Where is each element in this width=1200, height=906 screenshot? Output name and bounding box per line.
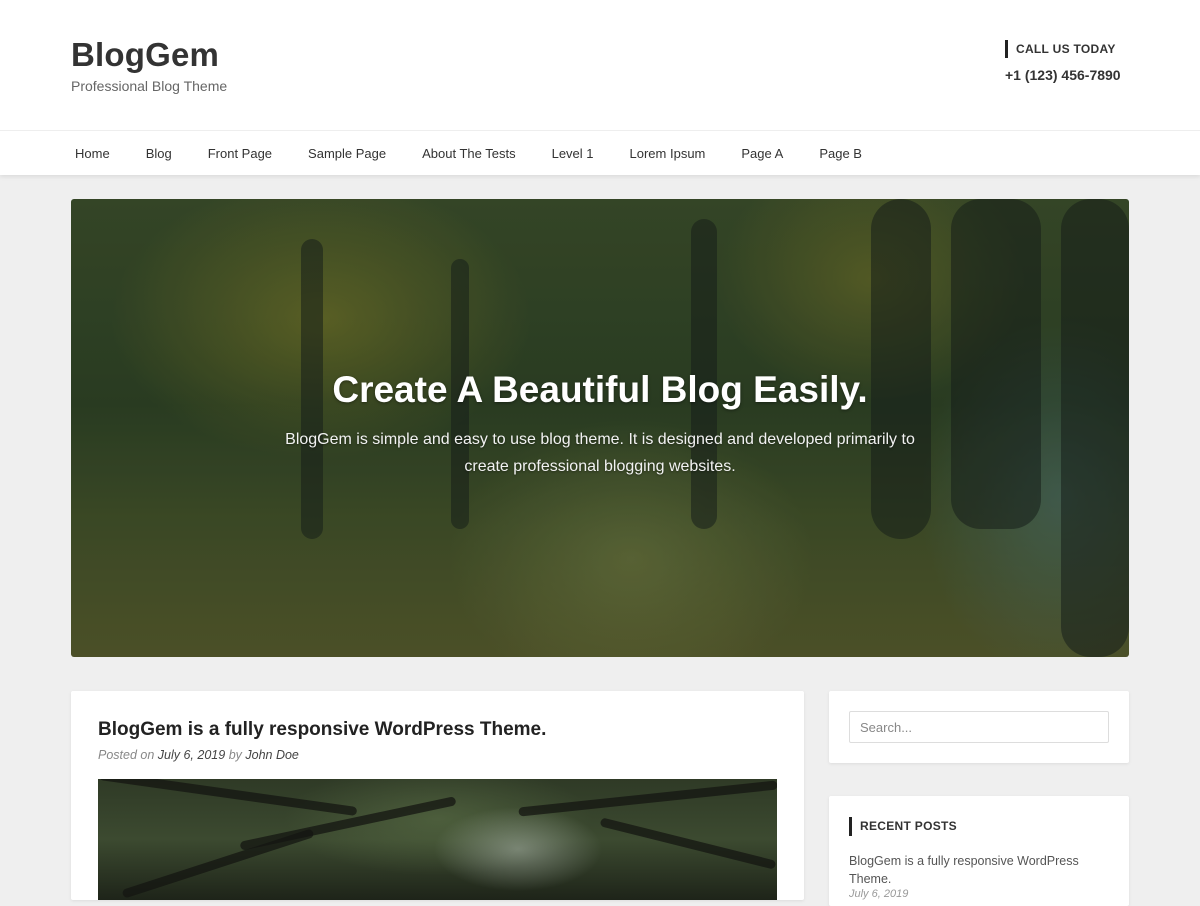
nav-item-page-a[interactable]: Page A [723, 146, 801, 161]
recent-post-date: July 6, 2019 [849, 888, 909, 900]
hero-description: BlogGem is simple and easy to use blog t… [285, 431, 915, 475]
post-card: BlogGem is a fully responsive WordPress … [71, 691, 804, 900]
contact-phone: +1 (123) 456-7890 [1005, 67, 1121, 83]
contact-block: CALL US TODAY +1 (123) 456-7890 [1005, 40, 1129, 83]
main-navigation: Home Blog Front Page Sample Page About T… [0, 130, 1200, 175]
posted-on-label: Posted on [98, 748, 155, 762]
nav-item-front-page[interactable]: Front Page [190, 146, 290, 161]
image-branch [98, 779, 358, 817]
image-branch [121, 828, 315, 899]
contact-label: CALL US TODAY [1005, 40, 1129, 58]
nav-item-blog[interactable]: Blog [128, 146, 190, 161]
image-branch [518, 780, 777, 817]
site-tagline: Professional Blog Theme [71, 78, 228, 94]
post-author-link[interactable]: John Doe [245, 748, 299, 762]
nav-item-about-the-tests[interactable]: About The Tests [404, 146, 533, 161]
post-meta: Posted on July 6, 2019 by John Doe [98, 748, 299, 762]
nav-item-level-1[interactable]: Level 1 [534, 146, 612, 161]
post-date-link[interactable]: July 6, 2019 [158, 748, 225, 762]
nav-item-page-b[interactable]: Page B [801, 146, 880, 161]
post-featured-image[interactable] [98, 779, 777, 900]
image-branch [599, 817, 777, 870]
recent-posts-title: RECENT POSTS [849, 817, 957, 836]
site-title[interactable]: BlogGem [71, 36, 219, 74]
search-widget [829, 691, 1129, 763]
site-header: BlogGem Professional Blog Theme CALL US … [0, 0, 1200, 130]
nav-item-lorem-ipsum[interactable]: Lorem Ipsum [612, 146, 724, 161]
search-input[interactable] [849, 711, 1109, 743]
recent-post-link[interactable]: BlogGem is a fully responsive WordPress … [849, 852, 1099, 888]
post-title[interactable]: BlogGem is a fully responsive WordPress … [98, 719, 546, 741]
hero-banner: Create A Beautiful Blog Easily. BlogGem … [71, 199, 1129, 657]
hero-title: Create A Beautiful Blog Easily. [332, 369, 868, 410]
nav-item-home[interactable]: Home [57, 146, 128, 161]
by-label: by [228, 748, 242, 762]
nav-item-sample-page[interactable]: Sample Page [290, 146, 404, 161]
recent-posts-widget: RECENT POSTS BlogGem is a fully responsi… [829, 796, 1129, 906]
